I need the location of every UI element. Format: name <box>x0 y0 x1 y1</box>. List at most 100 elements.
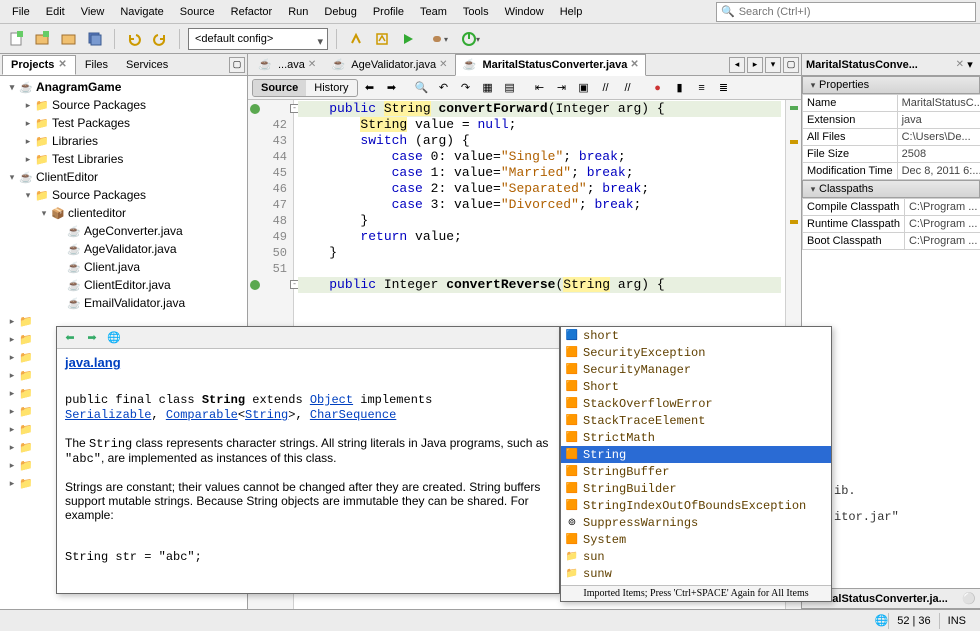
completion-item[interactable]: 🟧StringBuilder <box>561 480 831 497</box>
close-icon[interactable]: ✕ <box>439 59 447 70</box>
tab-prev-button[interactable]: ◂ <box>729 57 745 73</box>
tree-twisty[interactable]: ▸ <box>22 136 34 147</box>
tree-node[interactable]: ☕ClientEditor.java <box>2 276 245 294</box>
completion-item[interactable]: 🟧StringIndexOutOfBoundsException <box>561 497 831 514</box>
find-prev-button[interactable]: ↶ <box>434 78 454 98</box>
menu-debug[interactable]: Debug <box>316 2 364 22</box>
open-button[interactable] <box>58 28 80 50</box>
menu-refactor[interactable]: Refactor <box>223 2 281 22</box>
completion-item[interactable]: 📁sunw <box>561 565 831 582</box>
completion-item[interactable]: 🟦short <box>561 327 831 344</box>
jd-fwd-button[interactable]: ➡ <box>83 329 101 347</box>
uncomment-button[interactable]: // <box>618 78 638 98</box>
tree-node[interactable]: ▾📦clienteditor <box>2 204 245 222</box>
tree-twisty[interactable]: ▸ <box>22 118 34 129</box>
property-row[interactable]: Modification TimeDec 8, 2011 6:... <box>803 163 980 180</box>
config-select[interactable]: <default config> <box>188 28 328 50</box>
menu-help[interactable]: Help <box>552 2 591 22</box>
close-icon[interactable]: ✕ <box>956 59 964 70</box>
comment-button[interactable]: // <box>596 78 616 98</box>
undo-button[interactable] <box>123 28 145 50</box>
tree-twisty[interactable]: ▾ <box>38 208 50 219</box>
shift-right-button[interactable]: ⇥ <box>552 78 572 98</box>
shift-left-button[interactable]: ⇤ <box>530 78 550 98</box>
object-link[interactable]: Object <box>310 393 353 407</box>
menu-edit[interactable]: Edit <box>38 2 73 22</box>
find-button[interactable]: 🔍 <box>412 78 432 98</box>
completion-item[interactable]: ⊚SuppressWarnings <box>561 514 831 531</box>
tree-twisty[interactable]: ▾ <box>22 190 34 201</box>
tree-twisty[interactable]: ▾ <box>6 172 18 183</box>
macro-button[interactable]: ▣ <box>574 78 594 98</box>
misc-button-1[interactable]: ≡ <box>692 78 712 98</box>
left-tab-projects[interactable]: Projects✕ <box>2 55 76 75</box>
menu-navigate[interactable]: Navigate <box>112 2 171 22</box>
tree-node[interactable]: ▾☕ClientEditor <box>2 168 245 186</box>
new-project-button[interactable] <box>32 28 54 50</box>
tree-node[interactable]: ☕AgeValidator.java <box>2 240 245 258</box>
completion-item[interactable]: 🟧StringBuffer <box>561 463 831 480</box>
tab-next-button[interactable]: ▸ <box>747 57 763 73</box>
profile-button[interactable] <box>455 28 483 50</box>
properties-tab[interactable]: MaritalStatusConve... ✕ ▾ <box>802 54 980 76</box>
close-icon[interactable]: ✕ <box>630 59 638 70</box>
tree-node[interactable]: ☕AgeConverter.java <box>2 222 245 240</box>
highlight-button[interactable]: ▦ <box>478 78 498 98</box>
find-next-button[interactable]: ↷ <box>456 78 476 98</box>
javadoc-content[interactable]: java.lang public final class String exte… <box>57 349 559 593</box>
tree-node[interactable]: ▸📁Test Libraries <box>2 150 245 168</box>
completion-item[interactable]: 🟧StrictMath <box>561 429 831 446</box>
nav-back-button[interactable]: ⬅ <box>360 78 380 98</box>
debug-button[interactable] <box>423 28 451 50</box>
history-tab[interactable]: History <box>306 80 356 96</box>
menu-profile[interactable]: Profile <box>365 2 412 22</box>
javadoc-package-link[interactable]: java.lang <box>65 355 121 370</box>
completion-item[interactable]: 🟧SecurityManager <box>561 361 831 378</box>
tree-node[interactable]: ▸📁Source Packages <box>2 96 245 114</box>
tree-node[interactable]: ☕EmailValidator.java <box>2 294 245 312</box>
menu-tools[interactable]: Tools <box>455 2 497 22</box>
close-icon[interactable]: ✕ <box>58 59 66 70</box>
tree-twisty[interactable]: ▸ <box>22 100 34 111</box>
navigator-help-icon[interactable]: ⚪ <box>962 592 976 605</box>
redo-button[interactable] <box>149 28 171 50</box>
menu-file[interactable]: File <box>4 2 38 22</box>
new-file-button[interactable] <box>6 28 28 50</box>
completion-item[interactable]: 🟧System <box>561 531 831 548</box>
prop-section-header[interactable]: ▾Properties <box>802 76 980 94</box>
bookmark-button[interactable]: ▮ <box>670 78 690 98</box>
completion-item[interactable]: 🟧String <box>561 446 831 463</box>
close-icon[interactable]: ✕ <box>308 59 316 70</box>
save-all-button[interactable] <box>84 28 106 50</box>
editor-tab[interactable]: ☕...ava✕ <box>250 54 323 76</box>
completion-item[interactable]: 🟧StackOverflowError <box>561 395 831 412</box>
menu-view[interactable]: View <box>73 2 113 22</box>
left-tab-services[interactable]: Services <box>117 55 177 75</box>
tree-node[interactable]: ▸📁Libraries <box>2 132 245 150</box>
tree-node[interactable]: ▾📁Source Packages <box>2 186 245 204</box>
nav-fwd-button[interactable]: ➡ <box>382 78 402 98</box>
search-input[interactable] <box>739 6 971 18</box>
menu-source[interactable]: Source <box>172 2 223 22</box>
property-row[interactable]: All FilesC:\Users\De... <box>803 129 980 146</box>
completion-item[interactable]: 🟧StackTraceElement <box>561 412 831 429</box>
jd-browser-button[interactable]: 🌐 <box>105 329 123 347</box>
tree-twisty[interactable]: ▾ <box>6 82 18 93</box>
tab-max-button[interactable]: ▢ <box>783 57 799 73</box>
panel-menu-icon[interactable]: ▾ <box>964 58 976 71</box>
source-history-toggle[interactable]: Source History <box>252 79 358 97</box>
clean-build-button[interactable] <box>371 28 393 50</box>
tree-node[interactable]: ▸📁Test Packages <box>2 114 245 132</box>
property-row[interactable]: File Size2508 <box>803 146 980 163</box>
string-link[interactable]: String <box>245 408 288 422</box>
code-completion-popup[interactable]: 🟦short🟧SecurityException🟧SecurityManager… <box>560 326 832 602</box>
charsequence-link[interactable]: CharSequence <box>310 408 396 422</box>
global-search[interactable]: 🔍 <box>716 2 976 22</box>
completion-item[interactable]: 🟧SecurityException <box>561 344 831 361</box>
completion-item[interactable]: 🟧Short <box>561 378 831 395</box>
jd-back-button[interactable]: ⬅ <box>61 329 79 347</box>
left-tab-files[interactable]: Files <box>76 55 117 75</box>
tree-node[interactable]: ☕Client.java <box>2 258 245 276</box>
misc-button-2[interactable]: ≣ <box>714 78 734 98</box>
source-tab[interactable]: Source <box>253 80 306 96</box>
